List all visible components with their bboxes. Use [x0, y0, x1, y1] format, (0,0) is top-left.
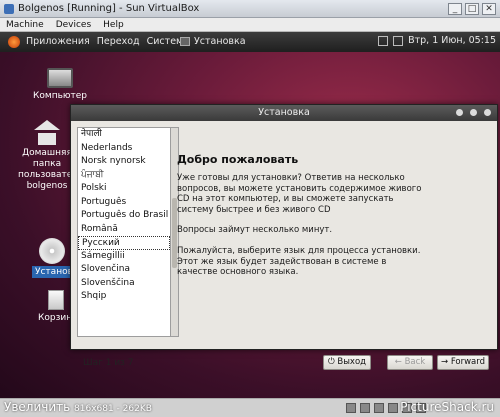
arrow-right-icon: → — [440, 357, 449, 367]
close-button[interactable] — [484, 109, 491, 116]
watermark: PictureShack.ru — [400, 400, 494, 414]
language-item[interactable]: Shqip — [78, 290, 170, 304]
minimize-button[interactable]: _ — [448, 3, 462, 15]
virtualbox-app-icon — [4, 4, 14, 14]
disk-icon[interactable] — [346, 403, 356, 413]
duration-text: Вопросы займут несколько минут. — [177, 225, 333, 235]
panel-menu-places[interactable]: Переход — [97, 36, 140, 47]
language-item[interactable]: Nederlands — [78, 142, 170, 156]
panel-menu-applications[interactable]: Приложения — [26, 36, 90, 47]
window-icon — [180, 37, 190, 46]
intro-text: Уже готовы для установки? Ответив на нес… — [177, 173, 422, 215]
language-item[interactable]: Română — [78, 223, 170, 237]
computer-icon — [47, 68, 73, 88]
back-label: Back — [404, 357, 426, 367]
language-item[interactable]: ਪੰਜਾਬੀ — [78, 169, 170, 183]
menu-devices[interactable]: Devices — [56, 18, 91, 31]
desktop-icon-trash[interactable]: Корзина — [38, 290, 78, 324]
menu-help[interactable]: Help — [103, 18, 124, 31]
cd-icon[interactable] — [360, 403, 370, 413]
panel-clock[interactable]: Втр, 1 Июн, 05:15 — [408, 35, 496, 46]
language-instruction-text: Пожалуйста, выберите язык для процесса у… — [177, 246, 421, 277]
power-icon: ⏻ — [327, 357, 335, 367]
install-disc-icon — [39, 238, 65, 264]
language-item[interactable]: Sámegillii — [78, 250, 170, 264]
step-indicator: Шаг 1 из 7 — [83, 358, 134, 368]
forward-button[interactable]: → Forward — [437, 355, 489, 370]
language-item[interactable]: Português — [78, 196, 170, 210]
maximize-button[interactable] — [470, 109, 477, 116]
virtualbox-menubar: Machine Devices Help — [0, 18, 500, 32]
language-item[interactable]: नेपाली — [78, 128, 170, 142]
installer-title: Установка — [258, 107, 310, 118]
top-panel: Приложения Переход Система Установка Втр… — [0, 32, 500, 52]
language-list[interactable]: नेपाली Nederlands Norsk nynorsk ਪੰਜਾਬੀ Polsk… — [77, 127, 171, 337]
desktop-icon-home[interactable]: Домашняя папка пользователя bolgenos — [18, 120, 84, 192]
maximize-button[interactable]: □ — [465, 3, 479, 15]
menu-machine[interactable]: Machine — [6, 18, 44, 31]
bottom-strip: Увеличить 816x681 - 262KB PictureShack.r… — [0, 398, 500, 417]
language-item[interactable]: Norsk nynorsk — [78, 155, 170, 169]
language-item[interactable]: Русский — [78, 236, 170, 250]
language-item[interactable]: Slovenščina — [78, 277, 170, 291]
virtualbox-titlebar: Bolgenos [Running] - Sun VirtualBox _ □ … — [0, 0, 500, 18]
installer-titlebar[interactable]: Установка — [71, 105, 497, 121]
arrow-left-icon: ← — [394, 357, 402, 367]
network-icon[interactable] — [378, 35, 389, 46]
welcome-heading: Добро пожаловать — [177, 153, 299, 166]
language-item[interactable]: Slovenčina — [78, 263, 170, 277]
usb-icon[interactable] — [388, 403, 398, 413]
minimize-button[interactable] — [456, 109, 463, 116]
forward-label: Forward — [450, 357, 485, 367]
guest-desktop: Приложения Переход Система Установка Втр… — [0, 32, 500, 398]
zoom-link[interactable]: Увеличить — [4, 400, 70, 414]
home-folder-icon — [34, 120, 60, 130]
trash-icon — [48, 290, 64, 310]
close-button[interactable]: ✕ — [482, 3, 496, 15]
quit-label: Выход — [337, 357, 367, 367]
desktop-icon-label: Компьютер — [33, 91, 87, 101]
desktop-icon-computer[interactable]: Компьютер — [30, 68, 90, 102]
image-size-info: 816x681 - 262KB — [74, 404, 152, 414]
image-caption: Увеличить 816x681 - 262KB — [4, 400, 152, 414]
window-title: Bolgenos [Running] - Sun VirtualBox — [18, 3, 200, 14]
taskbar-item-installer[interactable]: Установка — [180, 36, 246, 47]
taskbar-item-label: Установка — [194, 36, 246, 47]
volume-icon[interactable] — [393, 35, 404, 46]
desktop-icon-install[interactable]: Установка — [32, 238, 87, 278]
language-item[interactable]: Polski — [78, 182, 170, 196]
distro-logo-icon[interactable] — [8, 36, 20, 48]
language-item[interactable]: Português do Brasil — [78, 209, 170, 223]
installer-window: Установка नेपाली Nederlands Norsk nynorsk ਪ… — [70, 104, 498, 370]
network-icon[interactable] — [374, 403, 384, 413]
back-button[interactable]: ← Back — [387, 355, 433, 370]
quit-button[interactable]: ⏻ Выход — [323, 355, 371, 370]
